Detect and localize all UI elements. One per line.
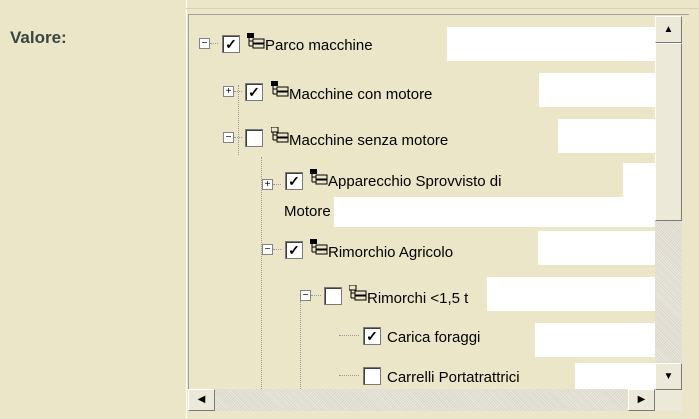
tree-node-macchine-senza-motore[interactable]: − Macchine senza motore	[189, 119, 659, 153]
expand-icon[interactable]: +	[262, 179, 273, 190]
checkbox-checked[interactable]: ✓	[285, 241, 303, 259]
tree-node-parco-macchine[interactable]: − ✓ Parco macchine	[189, 27, 659, 61]
checkbox-checked[interactable]: ✓	[363, 327, 381, 345]
checkbox-checked[interactable]: ✓	[222, 35, 240, 53]
scroll-left-button[interactable]: ◀	[188, 389, 215, 411]
tree-node-apparecchio-sprovvisto[interactable]: + ✓ Apparecchio Sprovvisto di Motore	[189, 163, 659, 229]
divider	[186, 0, 187, 419]
tree-node-label[interactable]: Apparecchio Sprovvisto di	[328, 173, 501, 190]
checkbox-unchecked[interactable]	[245, 129, 263, 147]
top-border	[186, 8, 699, 9]
tree-node-label[interactable]: Carica foraggi	[387, 329, 480, 346]
tree-node-label[interactable]: Rimorchio Agricolo	[328, 244, 453, 261]
tree-node-rimorchi-1-5t[interactable]: − Rimorchi <1,5 t	[189, 277, 659, 311]
tree-node-label[interactable]: Carrelli Portatrattrici	[387, 369, 520, 386]
hierarchy-icon	[310, 169, 328, 185]
hierarchy-icon	[270, 126, 289, 143]
value-label: Valore:	[10, 28, 67, 47]
checkbox-checked[interactable]: ✓	[245, 83, 263, 101]
scroll-thumb[interactable]	[655, 43, 682, 221]
collapse-icon[interactable]: −	[223, 132, 234, 143]
collapse-icon[interactable]: −	[199, 38, 210, 49]
expand-icon[interactable]: +	[223, 86, 234, 97]
collapse-icon[interactable]: −	[262, 244, 273, 255]
tree-node-label[interactable]: Rimorchi <1,5 t	[367, 290, 468, 307]
collapse-icon[interactable]: −	[300, 290, 311, 301]
checkbox-unchecked[interactable]	[324, 287, 342, 305]
checkbox-unchecked[interactable]	[363, 367, 381, 385]
hierarchy-icon	[310, 239, 328, 255]
scroll-down-button[interactable]: ▼	[655, 363, 682, 390]
tree-node-label[interactable]: Macchine con motore	[289, 86, 432, 103]
tree-node-carica-foraggi[interactable]: ✓ Carica foraggi	[189, 323, 659, 357]
vertical-scrollbar[interactable]: ▲ ▼	[655, 16, 682, 390]
tree-node-label[interactable]: Parco macchine	[265, 37, 373, 54]
tree-view[interactable]: − ✓ Parco macchine + ✓ Macchine con moto…	[188, 14, 689, 411]
horizontal-scrollbar[interactable]: ◀ ▶	[188, 389, 655, 411]
checkbox-checked[interactable]: ✓	[285, 172, 303, 190]
scroll-right-button[interactable]: ▶	[628, 389, 655, 411]
hierarchy-icon	[247, 33, 265, 49]
hierarchy-icon	[271, 81, 289, 97]
scrollbar-corner	[655, 390, 682, 411]
scroll-up-button[interactable]: ▲	[655, 16, 682, 43]
tree-node-rimorchio-agricolo[interactable]: − ✓ Rimorchio Agricolo	[189, 231, 659, 265]
tree-node-macchine-con-motore[interactable]: + ✓ Macchine con motore	[189, 73, 659, 107]
tree-node-label[interactable]: Macchine senza motore	[289, 132, 448, 149]
tree-node-label-continued[interactable]: Motore	[284, 203, 331, 220]
hierarchy-icon	[348, 284, 367, 301]
